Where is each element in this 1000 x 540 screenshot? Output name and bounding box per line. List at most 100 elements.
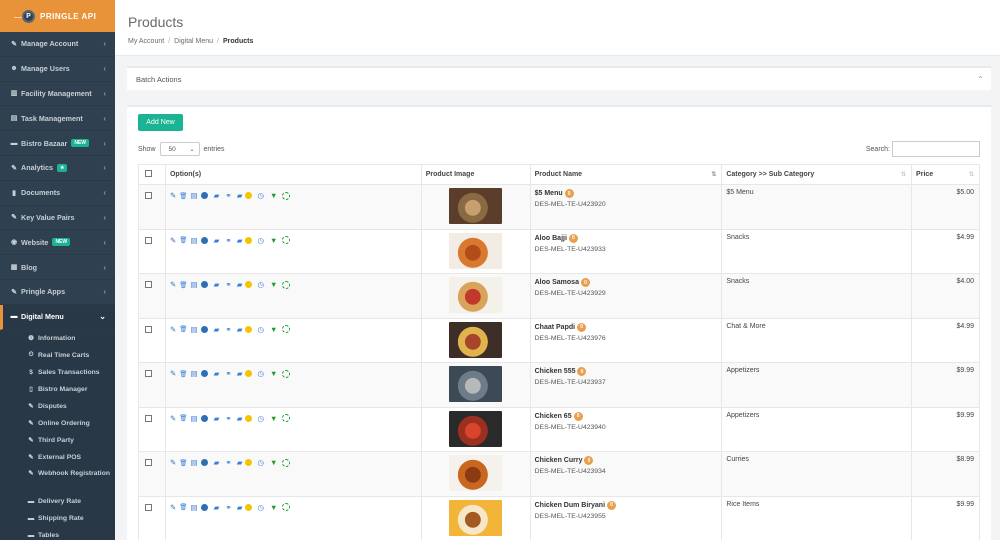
product-name[interactable]: Chicken Curry (535, 457, 583, 464)
cart-icon[interactable]: ▼ (270, 369, 277, 378)
link-icon[interactable]: ⚭ (225, 280, 231, 289)
availability-icon[interactable] (245, 414, 253, 422)
link-icon[interactable]: ⚭ (225, 325, 231, 334)
sidebar-item-pringle-apps[interactable]: ✎ Pringle Apps ‹ (0, 280, 115, 305)
edit-icon[interactable]: ✎ (170, 503, 176, 512)
settings-icon[interactable] (282, 280, 291, 289)
product-image[interactable] (449, 410, 503, 447)
delete-icon[interactable]: 🗑 (179, 459, 187, 467)
submenu-item-external-pos[interactable]: ✎ External POS (0, 448, 115, 466)
sidebar-item-facility-management[interactable]: ▥ Facility Management ‹ (0, 82, 115, 107)
copy-icon[interactable]: ▤ (191, 369, 198, 378)
status-icon[interactable] (200, 459, 208, 466)
sidebar-item-task-management[interactable]: ▤ Task Management ‹ (0, 106, 115, 132)
product-name[interactable]: Aloo Bajji (535, 235, 567, 242)
copy-icon[interactable]: ▤ (191, 414, 198, 423)
copy-icon[interactable]: ▤ (191, 236, 198, 245)
sidebar-item-bistro-bazaar[interactable]: ▬ Bistro Bazaar NEW ‹ (0, 131, 115, 156)
submenu-item-shipping-rate[interactable]: ▬ Shipping Rate (0, 509, 115, 527)
row-checkbox[interactable] (145, 503, 152, 511)
truck-icon[interactable]: ▰ (237, 369, 243, 378)
product-image[interactable] (449, 232, 503, 269)
availability-icon[interactable] (245, 370, 253, 377)
cart-icon[interactable]: ▼ (270, 325, 277, 334)
delete-icon[interactable]: 🗑 (179, 236, 187, 244)
link-icon[interactable]: ⚭ (225, 369, 231, 378)
availability-icon[interactable] (245, 503, 253, 511)
folder-icon[interactable]: ▰ (214, 236, 220, 245)
folder-icon[interactable]: ▰ (214, 280, 220, 289)
availability-icon[interactable] (245, 325, 253, 333)
cart-icon[interactable]: ▼ (270, 458, 277, 467)
settings-icon[interactable] (282, 236, 291, 244)
truck-icon[interactable]: ▰ (237, 458, 243, 467)
header-options[interactable]: Option(s) (164, 164, 422, 185)
row-checkbox[interactable] (145, 459, 152, 466)
chevron-up-icon[interactable]: ⌃ (977, 75, 984, 84)
header-product-name[interactable]: Product Name ⇅ (529, 164, 723, 185)
truck-icon[interactable]: ▰ (237, 280, 243, 289)
edit-icon[interactable]: ✎ (170, 369, 176, 378)
clock-icon[interactable]: ◷ (257, 414, 264, 423)
edit-icon[interactable]: ✎ (170, 325, 176, 334)
header-category[interactable]: Category >> Sub Category ⇅ (721, 164, 913, 185)
sidebar-item-blog[interactable]: ▦ Blog ‹ (0, 255, 115, 280)
product-name[interactable]: $5 Menu (535, 190, 563, 197)
header-product-image[interactable]: Product Image (420, 164, 531, 185)
row-checkbox[interactable] (145, 236, 152, 244)
clock-icon[interactable]: ◷ (257, 369, 264, 378)
copy-icon[interactable]: ▤ (191, 503, 198, 512)
submenu-item-online-ordering[interactable]: ✎ Online Ordering (0, 414, 115, 432)
product-name[interactable]: Chicken 65 (535, 413, 572, 420)
cart-icon[interactable]: ▼ (270, 236, 277, 245)
link-icon[interactable]: ⚭ (225, 191, 231, 200)
settings-icon[interactable] (282, 503, 291, 511)
product-image[interactable] (449, 188, 503, 224)
clock-icon[interactable]: ◷ (257, 503, 264, 512)
submenu-item-delivery-rate[interactable]: ▬ Delivery Rate (0, 492, 115, 510)
delete-icon[interactable]: 🗑 (179, 503, 187, 511)
status-icon[interactable] (200, 370, 208, 377)
submenu-item-information[interactable]: ❶ Information (0, 329, 115, 347)
edit-icon[interactable]: ✎ (170, 414, 176, 423)
status-icon[interactable] (200, 414, 208, 422)
submenu-item-bistro-manager[interactable]: ▯ Bistro Manager (0, 380, 115, 398)
truck-icon[interactable]: ▰ (237, 236, 243, 245)
availability-icon[interactable] (245, 236, 253, 244)
product-name[interactable]: Chaat Papdi (535, 324, 575, 331)
folder-icon[interactable]: ▰ (214, 369, 220, 378)
entries-select[interactable]: 50 ⌄ (159, 142, 200, 156)
link-icon[interactable]: ⚭ (225, 458, 231, 467)
availability-icon[interactable] (245, 281, 253, 288)
row-checkbox[interactable] (145, 192, 152, 199)
cart-icon[interactable]: ▼ (270, 280, 277, 289)
clock-icon[interactable]: ◷ (257, 191, 264, 200)
product-image[interactable] (449, 455, 503, 491)
sidebar-item-documents[interactable]: ▮ Documents ‹ (0, 181, 115, 206)
sort-icon[interactable]: ⇅ (711, 171, 716, 178)
status-icon[interactable] (200, 281, 208, 288)
link-icon[interactable]: ⚭ (225, 414, 231, 423)
settings-icon[interactable] (282, 191, 291, 200)
availability-icon[interactable] (245, 459, 253, 466)
submenu-item-webhook-registration[interactable]: ✎ Webhook Registration (0, 465, 115, 493)
product-image[interactable] (449, 321, 503, 358)
submenu-item-disputes[interactable]: ✎ Disputes (0, 397, 115, 415)
settings-icon[interactable] (282, 325, 291, 333)
sidebar-item-manage-users[interactable]: ☻ Manage Users ‹ (0, 57, 115, 82)
row-checkbox[interactable] (145, 414, 152, 422)
breadcrumb-digital-menu[interactable]: Digital Menu (174, 38, 213, 45)
header-price[interactable]: Price ⇅ (911, 164, 980, 185)
edit-icon[interactable]: ✎ (170, 280, 176, 289)
clock-icon[interactable]: ◷ (257, 280, 264, 289)
sort-icon[interactable]: ⇅ (901, 171, 906, 178)
folder-icon[interactable]: ▰ (214, 414, 220, 423)
edit-icon[interactable]: ✎ (170, 458, 176, 467)
product-image[interactable] (449, 277, 503, 313)
copy-icon[interactable]: ▤ (191, 280, 198, 289)
truck-icon[interactable]: ▰ (237, 503, 243, 512)
copy-icon[interactable]: ▤ (191, 191, 198, 200)
availability-icon[interactable] (245, 192, 253, 199)
delete-icon[interactable]: 🗑 (179, 281, 187, 289)
sidebar-item-key-value-pairs[interactable]: ✎ Key Value Pairs ‹ (0, 206, 115, 231)
